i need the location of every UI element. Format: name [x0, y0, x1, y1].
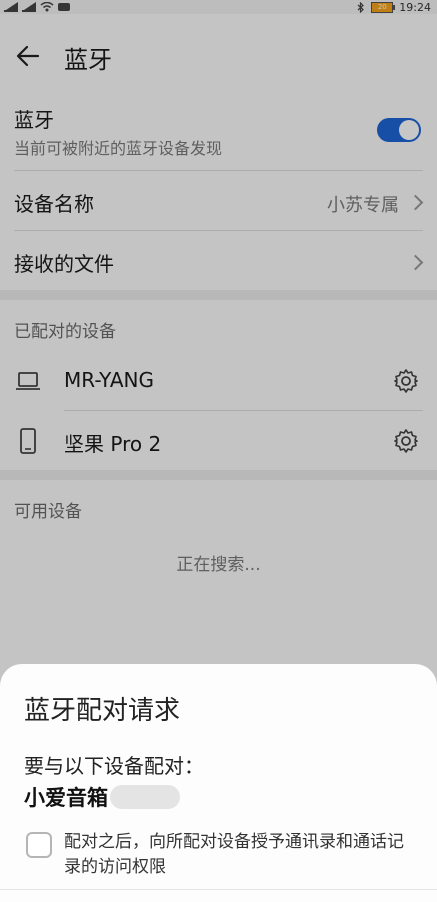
dialog-prompt: 要与以下设备配对： [24, 754, 204, 778]
dialog-title: 蓝牙配对请求 [24, 696, 181, 726]
dialog-footer-divider [0, 889, 437, 902]
redacted-text [110, 785, 180, 809]
pairing-dialog: 蓝牙配对请求 要与以下设备配对： 小爱音箱 配对之后，向所配对设备授予通讯录和通… [0, 664, 437, 902]
contacts-access-text: 配对之后，向所配对设备授予通讯录和通话记录的访问权限 [64, 832, 404, 877]
pairing-device: 小爱音箱 [24, 782, 180, 812]
contacts-access-checkbox[interactable] [26, 832, 52, 858]
pairing-device-name: 小爱音箱 [24, 786, 108, 810]
